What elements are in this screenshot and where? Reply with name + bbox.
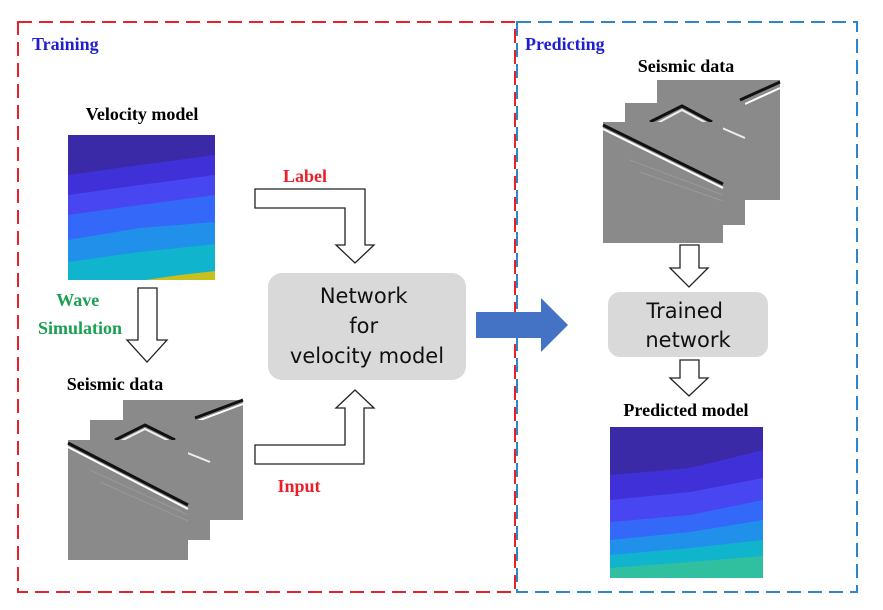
down-arrow-2 — [668, 359, 710, 397]
predicted-model-label: Predicted model — [623, 400, 748, 420]
label-arrow — [254, 188, 376, 264]
down-arrow-1 — [668, 244, 710, 288]
predicted-model-image — [610, 427, 763, 578]
flow-arrow — [476, 298, 568, 352]
velocity-model-image — [68, 135, 215, 280]
input-arrow-text: Input — [277, 476, 320, 496]
label-arrow-text: Label — [283, 166, 327, 186]
wave-simulation-label: Wave Simulation — [38, 290, 122, 338]
training-title: Training — [32, 34, 99, 54]
seismic-data-stack-predicting — [602, 80, 781, 243]
seismic-data-stack-training — [67, 398, 244, 560]
predicting-title: Predicting — [525, 34, 605, 54]
diagram: Training Predicting Velocity model Wave … — [0, 0, 883, 610]
input-arrow — [254, 389, 376, 465]
seismic-data-label-training: Seismic data — [67, 374, 164, 394]
seismic-data-label-predicting: Seismic data — [638, 56, 735, 76]
velocity-model-label: Velocity model — [86, 104, 199, 124]
wave-simulation-arrow — [125, 287, 169, 363]
